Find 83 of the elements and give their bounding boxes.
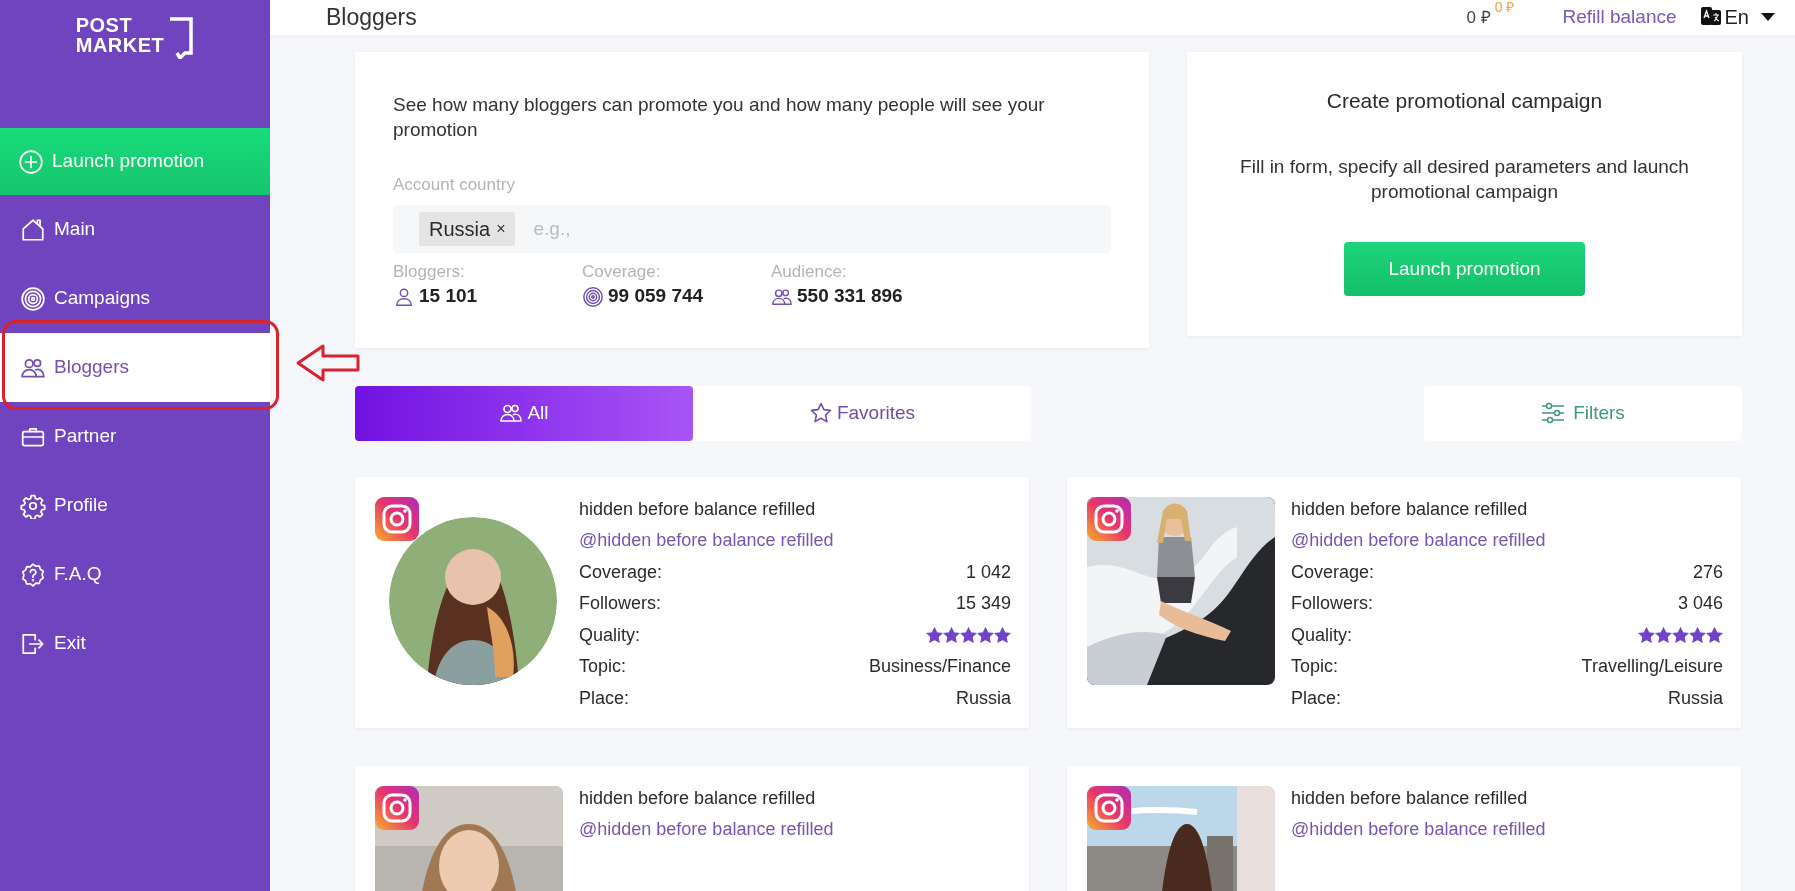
- bonus-amount: 0 ₽: [1494, 0, 1515, 17]
- sidebar-item[interactable]: Partner: [0, 402, 270, 471]
- field-label: Topic:: [1291, 655, 1339, 678]
- field-label: Coverage:: [1291, 560, 1375, 584]
- field-label: Followers:: [1291, 592, 1374, 615]
- tab[interactable]: All: [355, 385, 693, 441]
- instagram-icon: [375, 496, 419, 541]
- plus-circle-icon: [18, 148, 44, 175]
- field-label: Followers:: [579, 592, 662, 615]
- star-icon: [994, 626, 1011, 644]
- field-value: 1 042: [965, 560, 1011, 584]
- field-label: Quality:: [579, 623, 641, 647]
- tab[interactable]: Favorites: [693, 385, 1031, 441]
- star-icon: [960, 626, 977, 644]
- speech-bubble-icon: [168, 15, 195, 59]
- language-selector[interactable]: En: [1700, 2, 1775, 33]
- gear-icon: [20, 492, 46, 519]
- tag-label: Russia: [429, 217, 491, 242]
- sidebar-item[interactable]: Main: [0, 195, 270, 264]
- stat-label: Bloggers:: [393, 261, 466, 283]
- field-value: Russia: [955, 686, 1011, 710]
- description-text: See how many bloggers can promote you and how many people will see your promotion: [393, 92, 1046, 142]
- sidebar-item[interactable]: Profile: [0, 471, 270, 540]
- country-field[interactable]: Russia × e.g.,: [393, 205, 1111, 253]
- field-label: Place:: [579, 686, 630, 710]
- sidebar-item[interactable]: Campaigns: [0, 264, 270, 333]
- stat-value: 550 331 896: [797, 284, 903, 309]
- blogger-handle-link[interactable]: @hidden before balance refilled: [579, 530, 834, 550]
- campaign-title: Create promotional campaign: [1325, 87, 1604, 114]
- sliders-icon: [1541, 402, 1566, 424]
- filters-button[interactable]: Filters: [1424, 385, 1742, 441]
- stat-label: Audience:: [771, 261, 848, 283]
- translate-icon: [1700, 7, 1721, 28]
- field-label: Quality:: [1291, 623, 1353, 647]
- blogger-name: hidden before balance refilled: [1291, 497, 1529, 521]
- blogger-name: hidden before balance refilled: [1291, 786, 1529, 810]
- field-label: Coverage:: [579, 560, 663, 584]
- stat-value: 15 101: [419, 284, 478, 309]
- field-value: Travelling/Leisure: [1581, 655, 1723, 678]
- star-icon: [1672, 626, 1689, 644]
- star-icon: [808, 401, 833, 425]
- caret-icon: [1761, 13, 1775, 22]
- blogger-handle-link[interactable]: @hidden before balance refilled: [1291, 819, 1546, 839]
- star-icon: [1706, 626, 1723, 644]
- star-icon: [943, 626, 960, 644]
- star-icon: [1638, 626, 1655, 644]
- sidebar-item[interactable]: F.A.Q: [0, 540, 270, 609]
- star-icon: [926, 626, 943, 644]
- blogger-handle-link[interactable]: @hidden before balance refilled: [1291, 530, 1546, 550]
- tag-remove-button[interactable]: ×: [490, 217, 506, 241]
- field-label: Topic:: [579, 655, 627, 678]
- field-value: 276: [1692, 560, 1723, 584]
- field-label: Place:: [1291, 686, 1342, 710]
- logo-text: MARKET: [75, 35, 165, 55]
- balance-amount: 0 ₽: [1466, 6, 1491, 29]
- instagram-icon: [1087, 496, 1131, 541]
- blogger-handle-link[interactable]: @hidden before balance refilled: [579, 819, 834, 839]
- home-icon: [20, 216, 46, 243]
- page-title: Bloggers: [326, 3, 417, 32]
- field-value: Russia: [1667, 686, 1723, 710]
- refill-balance-link[interactable]: Refill balance: [1562, 3, 1677, 32]
- instagram-icon: [375, 785, 419, 830]
- blogger-name: hidden before balance refilled: [579, 786, 817, 810]
- star-icon: [1655, 626, 1672, 644]
- blogger-name: hidden before balance refilled: [579, 497, 817, 521]
- stat-label: Coverage:: [582, 261, 662, 283]
- country-input[interactable]: e.g.,: [531, 213, 1111, 245]
- field-value: 3 046: [1677, 592, 1723, 615]
- sidebar-item[interactable]: Bloggers: [0, 333, 270, 402]
- campaign-text: Fill in form, specify all desired parameters and launch promotional campaign: [1239, 155, 1690, 204]
- field-value: Business/Finance: [868, 655, 1011, 678]
- instagram-icon: [1087, 785, 1131, 830]
- star-icon: [1689, 626, 1706, 644]
- logo-text: POST: [75, 15, 134, 35]
- field-value: 15 349: [955, 592, 1011, 615]
- sidebar-item[interactable]: Exit: [0, 609, 270, 678]
- field-label: Account country: [393, 173, 516, 196]
- question-icon: [20, 561, 46, 588]
- star-icon: [977, 626, 994, 644]
- target-icon: [582, 285, 604, 308]
- arrow-icon: [295, 343, 361, 383]
- stat-value: 99 059 744: [608, 284, 704, 309]
- target-icon: [20, 285, 46, 312]
